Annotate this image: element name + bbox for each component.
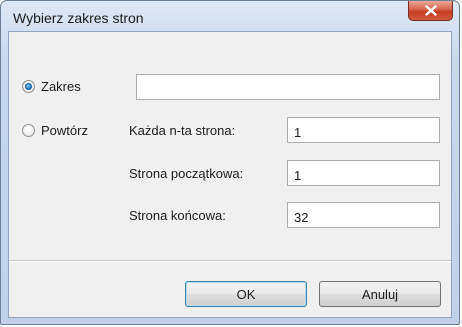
button-separator [9, 260, 451, 262]
every-nth-input[interactable] [287, 117, 440, 143]
close-icon [424, 5, 437, 16]
every-nth-label: Każda n-ta strona: [129, 123, 236, 138]
range-row: Zakres [9, 74, 451, 100]
every-nth-row: Powtórz Każda n-ta strona: [9, 117, 451, 143]
end-page-label: Strona końcowa: [129, 208, 226, 223]
range-radio[interactable] [22, 80, 35, 93]
range-input[interactable] [136, 74, 440, 100]
start-page-label: Strona początkowa: [129, 166, 244, 181]
close-button[interactable] [408, 1, 453, 21]
ok-button[interactable]: OK [185, 281, 307, 307]
start-page-input[interactable] [287, 160, 440, 186]
dialog-window: Wybierz zakres stron Zakres Powtórz Każd… [0, 0, 460, 325]
repeat-radio[interactable] [22, 124, 35, 137]
repeat-radio-label[interactable]: Powtórz [41, 123, 88, 138]
start-page-row: Strona początkowa: [9, 160, 451, 186]
dialog-title: Wybierz zakres stron [13, 10, 144, 26]
end-page-row: Strona końcowa: [9, 202, 451, 228]
end-page-input[interactable] [287, 202, 440, 228]
radio-selected-dot [25, 83, 32, 90]
range-radio-label[interactable]: Zakres [41, 79, 81, 94]
title-bar[interactable]: Wybierz zakres stron [1, 1, 459, 31]
dialog-content: Zakres Powtórz Każda n-ta strona: Strona… [8, 31, 452, 318]
cancel-button[interactable]: Anuluj [319, 281, 441, 307]
